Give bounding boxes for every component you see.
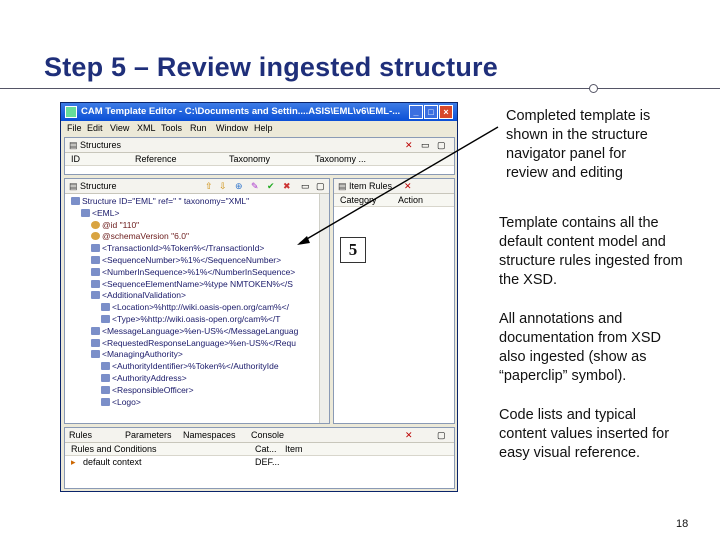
callout-arrowhead — [297, 236, 310, 245]
note-line: All annotations and — [499, 311, 623, 327]
note-line: “paperclip” symbol). — [499, 368, 627, 384]
note-line: Completed template is — [506, 108, 651, 124]
note-line: also ingested (show as — [499, 349, 647, 365]
step-marker: 5 — [340, 237, 366, 263]
note-line: content values inserted for — [499, 426, 670, 442]
note-line: shown in the structure — [506, 127, 648, 143]
note-annotations: All annotations and documentation from X… — [499, 310, 661, 386]
note-line: Template contains all the — [499, 215, 659, 231]
note-completed-template: Completed template is shown in the struc… — [506, 107, 650, 183]
note-line: review and editing — [506, 165, 623, 181]
note-line: the XSD. — [499, 272, 558, 288]
note-line: documentation from XSD — [499, 330, 661, 346]
page-number: 18 — [676, 518, 689, 530]
note-line: navigator panel for — [506, 146, 627, 162]
note-content-model: Template contains all the default conten… — [499, 214, 683, 290]
note-line: Code lists and typical — [499, 407, 637, 423]
note-code-lists: Code lists and typical content values in… — [499, 406, 669, 463]
note-line: structure rules ingested from — [499, 253, 683, 269]
note-line: easy visual reference. — [499, 445, 641, 461]
callout-arrow-line — [299, 126, 499, 244]
note-line: default content model and — [499, 234, 666, 250]
